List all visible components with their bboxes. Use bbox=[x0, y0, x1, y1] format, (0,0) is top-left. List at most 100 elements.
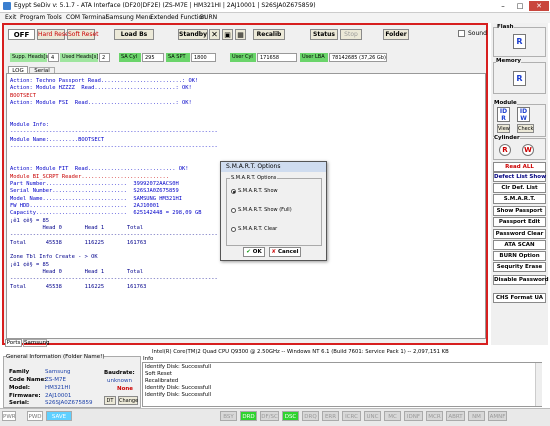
log-line: ----------------------------------------… bbox=[10, 129, 218, 136]
module-check-button[interactable]: Check bbox=[517, 124, 534, 133]
serial-value: S26SJA0Z675859 bbox=[45, 400, 93, 406]
status-flag-amnf: AMNF bbox=[488, 411, 507, 421]
soft-reset-button[interactable]: Soft Reset bbox=[67, 29, 99, 40]
off-button[interactable]: OFF bbox=[8, 29, 35, 40]
read-all-button[interactable]: Read ALL bbox=[493, 162, 546, 172]
info-line: Identify Disk: Successfull bbox=[145, 392, 212, 398]
status-flag-drq: DRQ bbox=[302, 411, 319, 421]
info-scrollbar[interactable] bbox=[535, 363, 542, 406]
log-line: BOOTSECT bbox=[10, 92, 36, 99]
status-flag-dsc: DSC bbox=[282, 411, 299, 421]
show-passport-button[interactable]: Show Passport bbox=[493, 206, 546, 216]
clr-def-list-button[interactable]: Clr Def. List bbox=[493, 183, 546, 193]
check-icon: ✔ bbox=[246, 249, 251, 255]
option-smart-show-full: S.M.A.R.T. Show (Full) bbox=[238, 207, 292, 213]
user-cyl-value: 171658 bbox=[257, 53, 297, 62]
passport-edit-button[interactable]: Passport Edit bbox=[493, 217, 546, 227]
radio-smart-show[interactable] bbox=[231, 189, 236, 194]
baudrate-value: unknown bbox=[107, 378, 132, 384]
log-line: Head 0 Head 1 Total bbox=[10, 225, 144, 231]
radio-smart-show-full[interactable] bbox=[231, 208, 236, 213]
memory-label: Memory bbox=[496, 58, 522, 64]
log-line: Module Name:.........BOOTSECT bbox=[10, 136, 105, 143]
status-flag-drd: DRD bbox=[240, 411, 257, 421]
menu-extended[interactable]: Extended Function bbox=[150, 14, 206, 21]
ok-label: OK bbox=[252, 249, 262, 255]
ata-scan-button[interactable]: ATA SCAN bbox=[493, 240, 546, 250]
status-flag-icrc: ICRC bbox=[342, 411, 361, 421]
flash-read-icon[interactable]: R bbox=[513, 34, 526, 49]
menu-com-terminal[interactable]: COM Terminal bbox=[66, 14, 107, 21]
dialog-cancel-button[interactable]: ✘ Cancel bbox=[269, 247, 301, 257]
menu-program[interactable]: Program bbox=[20, 14, 45, 21]
stop-button[interactable]: Stop bbox=[340, 29, 362, 40]
burn-option-button[interactable]: BURN Option bbox=[493, 251, 546, 261]
menu-exit[interactable]: Exit bbox=[5, 14, 16, 21]
family-value: Samsung bbox=[45, 369, 71, 375]
options-group-label: S.M.A.R.T. Options bbox=[230, 175, 278, 181]
standby-button[interactable]: Standby bbox=[178, 29, 208, 40]
info-line: Recalibrated bbox=[145, 378, 179, 384]
chs-format-ua-button[interactable]: CHS Format UA bbox=[493, 293, 546, 303]
log-line: ----------------------------------------… bbox=[10, 144, 218, 151]
dialog-ok-button[interactable]: ✔ OK bbox=[243, 247, 265, 257]
cylinder-read-icon[interactable]: R bbox=[499, 144, 511, 156]
user-lba-value: 78142685 (37,26 Gb) bbox=[329, 53, 387, 62]
status-flag-bsy: BSY bbox=[220, 411, 237, 421]
password-clear-button[interactable]: Password Clear bbox=[493, 229, 546, 239]
tab-samsung[interactable]: Samsung bbox=[23, 339, 50, 347]
close-button[interactable]: ✕ bbox=[529, 1, 549, 11]
minimize-button[interactable]: – bbox=[495, 1, 511, 11]
maximize-button[interactable]: □ bbox=[512, 1, 528, 11]
module-label: Module bbox=[494, 100, 517, 106]
save-icon[interactable]: ▣ bbox=[222, 29, 233, 40]
dt-button[interactable]: DT bbox=[104, 396, 116, 405]
status-flag-unc: UNC bbox=[364, 411, 381, 421]
module-view-button[interactable]: View bbox=[497, 124, 510, 133]
log-line: Module Info: bbox=[10, 122, 49, 129]
sidebar: Flash R Memory R Module ID R ID W View Che… bbox=[491, 23, 549, 345]
hard-reset-button[interactable]: Hard Reset bbox=[37, 29, 71, 40]
general-info-title: General Information (Folder Name!) bbox=[6, 354, 105, 360]
code-name-label: Code Name: bbox=[9, 377, 47, 383]
cancel-icon: ✘ bbox=[271, 249, 277, 255]
module-id-r-icon[interactable]: ID R bbox=[497, 107, 510, 122]
smart-button[interactable]: S.M.A.R.T. bbox=[493, 194, 546, 204]
log-line: Module BI_SCRPT Reader..................… bbox=[10, 173, 170, 180]
close-x-icon[interactable]: ✕ bbox=[209, 29, 220, 40]
cylinder-write-icon[interactable]: W bbox=[522, 144, 534, 156]
menu-tools[interactable]: Tools bbox=[47, 14, 62, 21]
log-line: Action: Module FIT Read.................… bbox=[10, 166, 189, 173]
folder-button[interactable]: Folder bbox=[383, 29, 409, 40]
window-title: Egypt SeDiv v: 5.1.7 - ATA Interface (DF… bbox=[14, 2, 316, 9]
sound-label: Sound bbox=[468, 30, 487, 37]
grid-icon[interactable]: ▦ bbox=[235, 29, 246, 40]
log-line: Action: Module FSI Read.................… bbox=[10, 100, 192, 107]
sa-spt-label: SA SPT bbox=[166, 53, 190, 62]
supp-heads-label: Supp. Heads[s] bbox=[10, 53, 51, 62]
status-button[interactable]: Status bbox=[310, 29, 338, 40]
user-lba-label: User LBA bbox=[300, 53, 328, 62]
disable-password-button[interactable]: Disable Password bbox=[493, 275, 549, 285]
tab-ports[interactable]: Ports bbox=[5, 339, 22, 347]
memory-icon[interactable]: R bbox=[513, 71, 526, 86]
info-list[interactable]: Identify Disk: Successfull Soft Reset Re… bbox=[142, 362, 542, 407]
info-line: Identify Disk: Successfull bbox=[145, 364, 212, 370]
firmware-value: 2AJ10001 bbox=[45, 393, 72, 399]
menu-burn[interactable]: BURN bbox=[200, 14, 217, 21]
change-button[interactable]: Change bbox=[118, 396, 138, 405]
sequrity-erase-button[interactable]: Sequrity Erase bbox=[493, 262, 546, 272]
log-line: ¡ê1 ¢ê§ = 85 bbox=[10, 261, 49, 268]
log-line: Head 0 Head 1 Total bbox=[10, 269, 144, 276]
defect-list-show-button[interactable]: Defect List Show bbox=[493, 172, 546, 182]
sound-checkbox[interactable] bbox=[458, 30, 465, 37]
module-id-w-icon[interactable]: ID W bbox=[517, 107, 530, 122]
supp-heads-value: 4 bbox=[48, 53, 59, 62]
radio-smart-clear[interactable] bbox=[231, 227, 236, 232]
menu-samsung[interactable]: Samsung Menu bbox=[106, 14, 152, 21]
log-line: Capacity............................ 625… bbox=[10, 210, 202, 217]
status-pwd: PWD bbox=[27, 411, 43, 421]
status-flag-mcr: MCR bbox=[426, 411, 443, 421]
load-bs-button[interactable]: Load Bs bbox=[114, 29, 154, 40]
recalib-button[interactable]: Recalib bbox=[253, 29, 285, 40]
